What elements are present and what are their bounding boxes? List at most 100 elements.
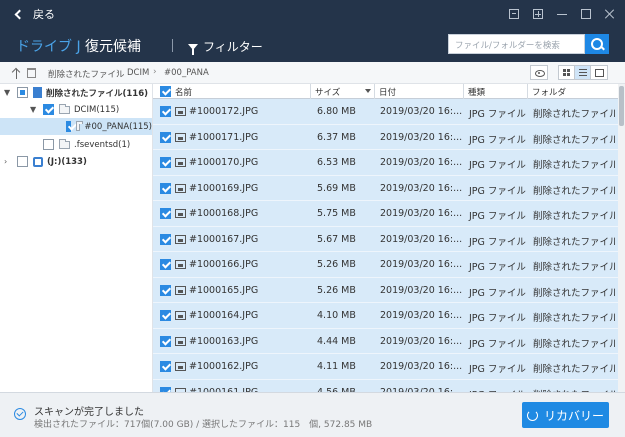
cell-name: #1000170.JPG bbox=[189, 157, 259, 168]
tree-label: DCIM(115) bbox=[74, 104, 120, 115]
sort-arrow-icon bbox=[365, 89, 371, 93]
plus-box-icon[interactable] bbox=[533, 9, 543, 19]
row-checkbox[interactable] bbox=[160, 284, 171, 296]
table-row[interactable]: #1000171.JPG 6.37 MB 2019/03/20 16:... JPG … bbox=[153, 124, 618, 150]
table-row[interactable]: #1000170.JPG 6.53 MB 2019/03/20 16:... JPG … bbox=[153, 150, 618, 176]
cell-date: 2019/03/20 16:... bbox=[380, 310, 463, 321]
scrollbar-thumb[interactable] bbox=[619, 86, 624, 126]
tab-recover-candidates[interactable]: 復元候補 bbox=[85, 36, 141, 56]
row-checkbox[interactable] bbox=[160, 182, 171, 194]
search-input[interactable]: ファイル/フォルダーを検索 bbox=[448, 34, 585, 54]
cell-name: #1000167.JPG bbox=[189, 233, 259, 245]
row-checkbox[interactable] bbox=[160, 361, 171, 372]
cell-folder: 削除されたファイル¥... bbox=[533, 109, 615, 120]
vertical-scrollbar[interactable] bbox=[618, 84, 625, 392]
table-row[interactable]: #1000169.JPG 5.69 MB 2019/03/20 16:... JPG … bbox=[153, 175, 618, 201]
column-header-date[interactable]: 日付 bbox=[379, 86, 396, 98]
drive-icon bbox=[33, 156, 43, 167]
breadcrumb-separator-icon: › bbox=[116, 67, 120, 77]
cell-name: #1000162.JPG bbox=[189, 361, 259, 372]
row-checkbox[interactable] bbox=[160, 131, 171, 143]
table-row[interactable]: #1000165.JPG 5.26 MB 2019/03/20 16:... JPG … bbox=[153, 277, 618, 303]
tree-item-fseventsd[interactable]: .fseventsd(1) bbox=[43, 136, 152, 153]
preview-eye-icon[interactable] bbox=[530, 65, 548, 80]
cell-folder: 削除されたファイル¥... bbox=[533, 236, 615, 248]
cell-date: 2019/03/20 16:... bbox=[380, 335, 463, 347]
tree-label: (J:)(133) bbox=[47, 156, 87, 167]
maximize-icon[interactable] bbox=[581, 9, 591, 19]
recover-icon bbox=[526, 409, 538, 421]
image-file-icon bbox=[175, 107, 186, 116]
breadcrumb-item-pana[interactable]: #00_PANA bbox=[164, 68, 209, 78]
search-button[interactable] bbox=[585, 34, 609, 54]
table-header: 名前 サイズ 日付 種類 フォルダ bbox=[153, 84, 618, 99]
image-file-icon bbox=[175, 209, 186, 218]
tree-checkbox[interactable] bbox=[43, 139, 54, 150]
grid-view-icon[interactable] bbox=[559, 66, 575, 79]
cell-type: JPG ファイル bbox=[469, 338, 526, 350]
filter-button[interactable]: フィルター bbox=[188, 38, 263, 55]
recycle-bin-icon bbox=[33, 87, 42, 98]
table-row[interactable]: #1000161.JPG4.56 MB2019/03/20 16:...JPG … bbox=[153, 379, 618, 392]
file-table: 名前 サイズ 日付 種類 フォルダ #1000172.JPG 6.80 MB 201… bbox=[153, 84, 618, 392]
cell-date: 2019/03/20 16:... bbox=[380, 233, 463, 245]
select-all-checkbox[interactable] bbox=[160, 86, 171, 97]
table-row[interactable]: #1000172.JPG 6.80 MB 2019/03/20 16:... JPG … bbox=[153, 99, 618, 125]
row-checkbox[interactable] bbox=[160, 310, 171, 321]
export-icon[interactable] bbox=[509, 9, 519, 19]
back-button[interactable]: 戻る bbox=[14, 6, 55, 22]
recover-button[interactable]: リカバリー bbox=[522, 402, 609, 428]
column-header-size[interactable]: サイズ bbox=[315, 86, 340, 98]
cell-date: 2019/03/20 16:... bbox=[380, 361, 463, 372]
tree-checkbox[interactable] bbox=[66, 121, 71, 132]
column-divider bbox=[374, 84, 375, 99]
image-file-icon bbox=[175, 132, 186, 142]
expand-arrow-icon[interactable]: ▼ bbox=[30, 105, 39, 114]
breadcrumb: 削除されたファイル › DCIM › #00_PANA bbox=[0, 62, 625, 84]
row-checkbox[interactable] bbox=[160, 106, 171, 117]
row-checkbox[interactable] bbox=[160, 259, 171, 270]
breadcrumb-item-deleted[interactable]: 削除されたファイル bbox=[48, 68, 125, 80]
scan-detail: 検出されたファイル：717個(7.00 GB) / 選択したファイル：115 個… bbox=[34, 420, 373, 430]
tree-item-pana[interactable]: #00_PANA(115) bbox=[0, 118, 152, 135]
tree-checkbox[interactable] bbox=[43, 104, 54, 115]
cell-size: 5.75 MB bbox=[317, 208, 356, 219]
column-header-folder[interactable]: フォルダ bbox=[532, 86, 566, 98]
breadcrumb-separator-icon: › bbox=[153, 67, 157, 77]
table-row[interactable]: #1000164.JPG 4.10 MB 2019/03/20 16:... JPG … bbox=[153, 303, 618, 329]
table-row[interactable]: #1000163.JPG 4.44 MB 2019/03/20 16:... JPG … bbox=[153, 328, 618, 354]
row-checkbox[interactable] bbox=[160, 233, 171, 245]
table-row[interactable]: #1000167.JPG 5.67 MB 2019/03/20 16:... JPG … bbox=[153, 226, 618, 252]
scan-status: スキャンが完了しました bbox=[34, 407, 144, 418]
nav-divider bbox=[172, 39, 173, 52]
table-row[interactable]: #1000168.JPG 5.75 MB 2019/03/20 16:... JPG … bbox=[153, 201, 618, 227]
tree-item-drive-j[interactable]: › (J:)(133) bbox=[4, 153, 152, 170]
tree-item-deleted-files[interactable]: ▼ 削除されたファイル(116) bbox=[4, 84, 152, 101]
tab-drive[interactable]: ドライブ J bbox=[16, 36, 81, 56]
image-file-icon bbox=[175, 285, 186, 295]
row-checkbox[interactable] bbox=[160, 157, 171, 168]
cell-type: JPG ファイル bbox=[469, 185, 526, 197]
tree-checkbox[interactable] bbox=[17, 87, 28, 98]
detail-view-icon[interactable] bbox=[591, 66, 607, 79]
column-header-name[interactable]: 名前 bbox=[175, 86, 192, 98]
cell-size: 6.53 MB bbox=[317, 157, 356, 168]
breadcrumb-item-dcim[interactable]: DCIM bbox=[127, 68, 149, 78]
cell-type: JPG ファイル bbox=[469, 287, 526, 299]
close-icon[interactable] bbox=[605, 9, 615, 19]
minimize-icon[interactable] bbox=[557, 9, 567, 19]
row-checkbox[interactable] bbox=[160, 208, 171, 219]
image-file-icon bbox=[175, 183, 186, 193]
table-row[interactable]: #1000162.JPG 4.11 MB 2019/03/20 16:... JPG … bbox=[153, 354, 618, 380]
table-row[interactable]: #1000166.JPG 5.26 MB 2019/03/20 16:... JPG … bbox=[153, 252, 618, 278]
cell-folder: 削除されたファイル¥... bbox=[533, 338, 615, 350]
column-header-type[interactable]: 種類 bbox=[468, 86, 485, 98]
list-view-icon[interactable] bbox=[575, 66, 591, 79]
collapse-arrow-icon[interactable]: › bbox=[4, 157, 13, 166]
row-checkbox[interactable] bbox=[160, 335, 171, 347]
up-arrow-icon[interactable] bbox=[12, 67, 22, 79]
tree-label: .fseventsd(1) bbox=[74, 139, 131, 150]
expand-arrow-icon[interactable]: ▼ bbox=[4, 88, 13, 97]
tree-item-dcim[interactable]: ▼ DCIM(115) bbox=[30, 101, 152, 118]
tree-checkbox[interactable] bbox=[17, 156, 28, 167]
